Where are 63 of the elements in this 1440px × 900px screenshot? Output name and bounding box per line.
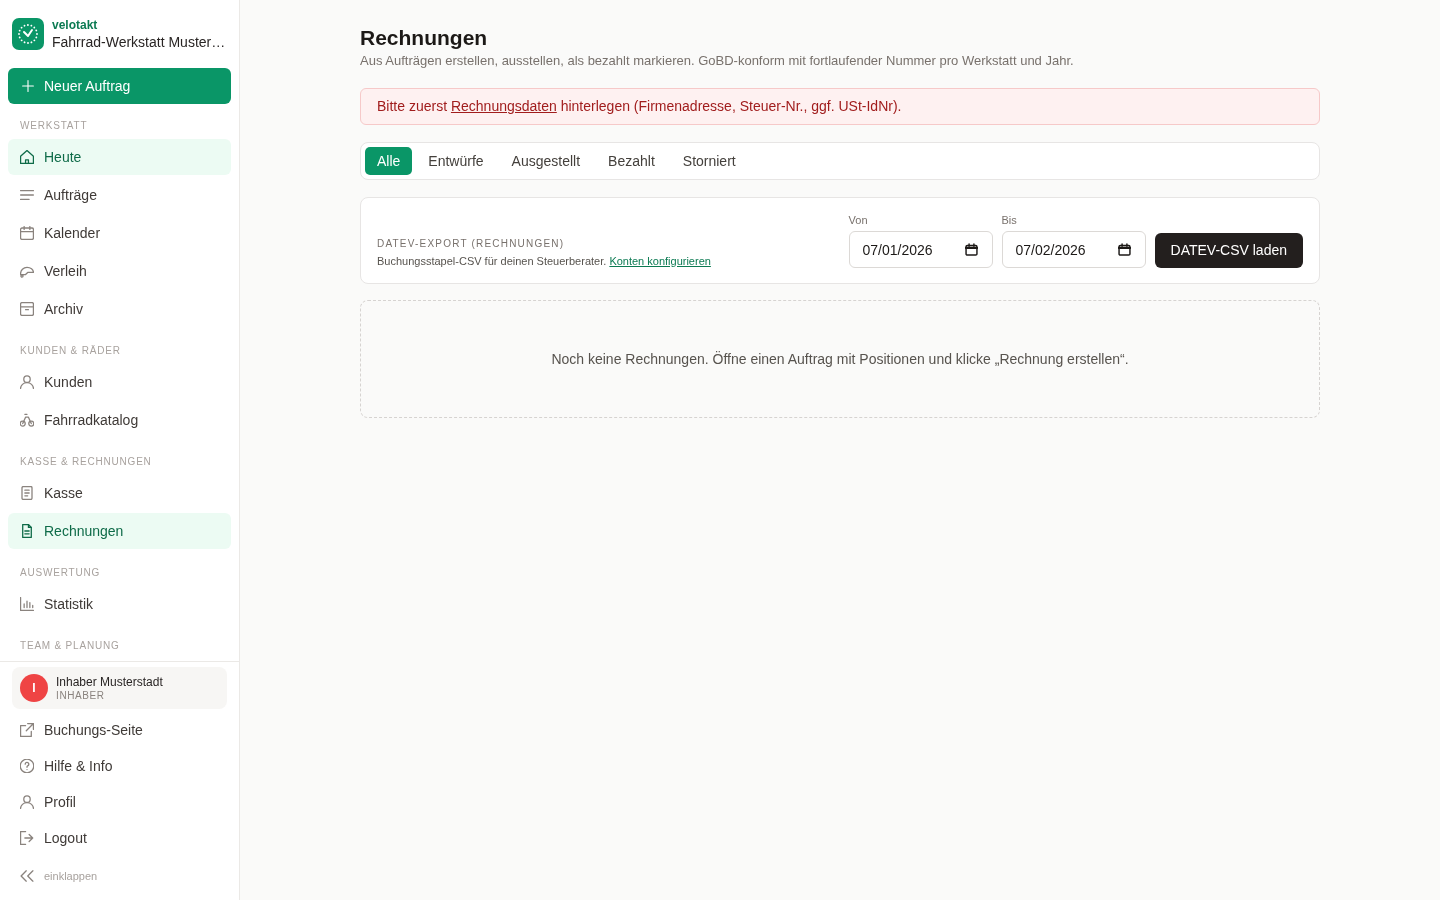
export-description: Buchungsstapel-CSV für deinen Steuerberater. Konten konfigurieren [377,254,711,268]
date-field[interactable]: 07/02/2026 [1001,231,1146,268]
settings-link[interactable]: Rechnungsdaten [450,98,557,114]
receipt-icon [20,486,34,500]
brand-name: velotakt [52,17,99,33]
export-heading: DATEV-EXPORT (RECHNUNGEN) [377,238,566,250]
archive-icon [20,302,34,316]
sidebar-item[interactable]: Kasse [8,475,231,511]
new-order-button[interactable]: Neuer Auftrag [8,68,231,104]
user-card[interactable]: I Inhaber Musterstadt INHABER [12,667,227,709]
filter-tab[interactable]: Storniert [670,147,748,175]
calendar-icon [964,243,978,256]
sidebar-item[interactable]: Verleih [8,253,231,289]
sidebar-item[interactable]: Rechnungen [8,513,231,549]
user-role: INHABER [56,688,106,702]
external-link-icon [20,723,34,737]
configure-link[interactable]: Konten konfigurieren [609,255,711,267]
section-heading: KASSE & RECHNUNGEN [19,456,153,468]
avatar: I [20,674,48,702]
sidebar-link[interactable]: Profil [8,784,231,820]
page-title: Rechnungen [360,25,489,51]
section-heading: WERKSTATT [19,120,89,132]
help-icon [20,759,34,773]
download-csv-button[interactable]: DATEV-CSV laden [1154,233,1303,268]
sidebar-item[interactable]: Statistik [8,586,231,622]
sidebar-link[interactable]: Buchungs-Seite [8,712,231,748]
warning-text: Bitte zuerst Rechnungsdaten hinterlegen (Firmenadresse, Steuer-Nr., ggf. USt-IdNr). [377,97,903,116]
calendar-icon [1117,243,1131,256]
page-subtitle: Aus Aufträgen erstellen, ausstellen, als bezahlt markieren. GoBD-konform mit fortlaufender Nummer pro Werkstatt und Jahr. [360,52,1075,70]
bicycle-icon [20,413,34,427]
field-label: Bis [1001,213,1018,227]
logo-icon [12,18,44,50]
helmet-icon [20,264,34,278]
plus-icon [22,80,34,92]
sidebar-item[interactable]: Kalender [8,215,231,251]
filter-tab[interactable]: Ausgestellt [499,147,593,175]
filter-tab[interactable]: Bezahlt [596,147,667,175]
calendar-icon [20,226,34,240]
section-heading: TEAM & PLANUNG [19,640,121,652]
user-icon [20,375,34,389]
sidebar-link[interactable]: Hilfe & Info [8,748,231,784]
empty-message: Noch keine Rechnungen. Öffne einen Auftrag mit Positionen und klicke „Rechnung erstellen“. [550,350,1130,369]
logout-icon [20,831,34,845]
workshop-name: Fahrrad-Werkstatt Muster… [52,32,226,51]
date-field[interactable]: 07/01/2026 [848,231,993,268]
bar-chart-icon [20,597,34,611]
double-chevron-left-icon [20,869,34,883]
filter-tab[interactable]: Alle [365,147,413,175]
user-name: Inhaber Musterstadt [56,674,163,689]
section-heading: AUSWERTUNG [19,567,102,579]
user-icon [20,795,34,809]
sidebar-link[interactable]: Logout [8,820,231,856]
list-icon [20,188,34,202]
section-heading: KUNDEN & RÄDER [19,345,122,357]
sidebar-item[interactable]: Aufträge [8,177,231,213]
filter-tab[interactable]: Entwürfe [416,147,496,175]
sidebar-item[interactable]: Kunden [8,364,231,400]
field-label: Von [848,213,869,227]
sidebar-item[interactable]: Heute [8,139,231,175]
home-icon [20,150,34,164]
sidebar-item[interactable]: Archiv [8,291,231,327]
sidebar-item[interactable]: Fahrradkatalog [8,402,231,438]
document-icon [20,524,34,538]
